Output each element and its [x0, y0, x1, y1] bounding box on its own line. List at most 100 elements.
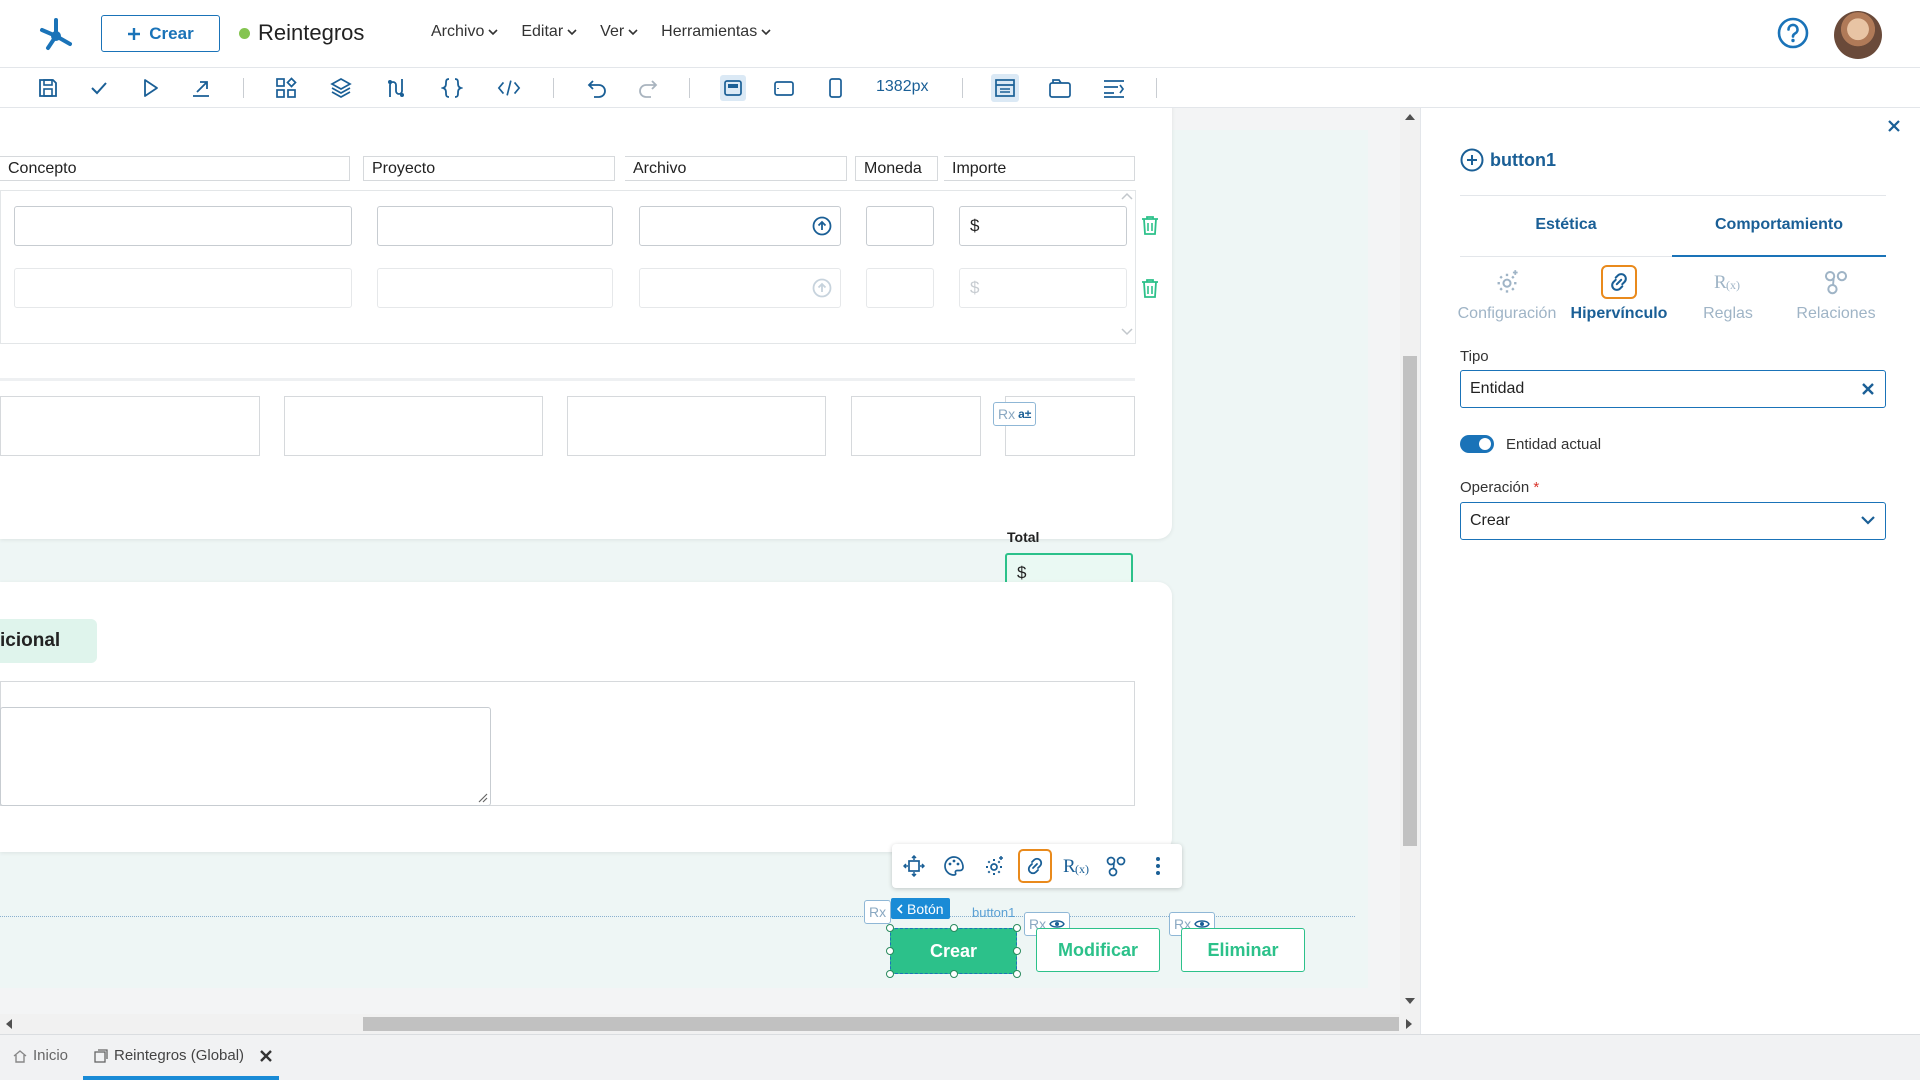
vertical-scrollbar[interactable] — [1400, 108, 1420, 1018]
resize-handle[interactable] — [950, 924, 958, 932]
close-panel-icon[interactable] — [1888, 120, 1900, 132]
window-icon[interactable] — [1048, 76, 1072, 100]
upload-icon[interactable] — [812, 216, 832, 236]
proyecto-input[interactable] — [377, 206, 613, 246]
subtab-hipervinculo[interactable]: Hipervínculo — [1566, 265, 1672, 323]
concepto-input[interactable] — [14, 206, 352, 246]
hyperlink-icon — [1601, 265, 1637, 299]
subtab-reglas[interactable]: R (x) Reglas — [1675, 265, 1781, 323]
menu-archivo[interactable]: Archivo — [431, 23, 498, 41]
resize-handle[interactable] — [886, 924, 894, 932]
component-name-tag: button1 — [972, 905, 1016, 920]
check-icon[interactable] — [87, 76, 111, 100]
moneda-input[interactable] — [866, 206, 934, 246]
form-icon — [94, 1048, 108, 1063]
layout-panel-icon[interactable] — [991, 74, 1019, 102]
bottom-tab-bar: Inicio Reintegros (Global) — [0, 1034, 1920, 1080]
scroll-left-arrow-icon[interactable] — [6, 1019, 12, 1029]
redo-icon[interactable] — [636, 76, 660, 100]
scroll-down-arrow-icon[interactable] — [1405, 998, 1415, 1004]
moneda-input[interactable] — [866, 268, 934, 308]
more-options-icon[interactable] — [1146, 854, 1170, 878]
app-logo-icon[interactable] — [36, 14, 76, 54]
braces-icon[interactable] — [440, 76, 464, 100]
trash-icon[interactable] — [1141, 278, 1161, 300]
subtab-configuracion[interactable]: Configuración — [1454, 265, 1560, 323]
component-type-tag[interactable]: Botón — [891, 898, 950, 919]
move-icon[interactable] — [902, 854, 926, 878]
tab-inicio[interactable]: Inicio — [13, 1047, 68, 1064]
resize-handle[interactable] — [886, 947, 894, 955]
help-icon[interactable] — [1777, 17, 1809, 49]
clear-icon[interactable] — [1862, 383, 1874, 395]
resize-handle[interactable] — [1013, 970, 1021, 978]
resize-handle[interactable] — [950, 970, 958, 978]
menu-ver[interactable]: Ver — [600, 23, 638, 41]
menu-editar-label: Editar — [521, 23, 564, 40]
publish-icon[interactable] — [189, 76, 213, 100]
resize-handle[interactable] — [1013, 947, 1021, 955]
subtab-reglas-label: Reglas — [1703, 305, 1753, 322]
scroll-right-arrow-icon[interactable] — [1406, 1019, 1412, 1029]
observation-textarea[interactable] — [0, 707, 491, 806]
chevron-down-icon — [761, 28, 771, 35]
desktop-view-icon[interactable] — [720, 75, 746, 101]
resize-handle[interactable] — [886, 970, 894, 978]
hyperlink-icon[interactable] — [1018, 849, 1052, 883]
scroll-up-icon[interactable] — [1121, 192, 1133, 200]
menu-archivo-label: Archivo — [431, 23, 485, 40]
importe-input[interactable]: $ — [959, 268, 1127, 308]
palette-icon[interactable] — [942, 854, 966, 878]
menu-herramientas[interactable]: Herramientas — [661, 23, 771, 41]
tab-comportamiento[interactable]: Comportamiento — [1673, 216, 1885, 234]
trash-icon[interactable] — [1141, 215, 1161, 237]
importe-input[interactable]: $ — [959, 206, 1127, 246]
create-action-label: Crear — [929, 940, 978, 961]
create-action-button[interactable]: Crear — [890, 928, 1017, 974]
mobile-view-icon[interactable] — [823, 76, 847, 100]
tablet-view-icon[interactable] — [772, 76, 796, 100]
relations-icon[interactable] — [1104, 854, 1128, 878]
chevron-left-icon — [897, 903, 903, 914]
delete-action-button[interactable]: Eliminar — [1181, 928, 1305, 972]
align-settings-icon[interactable] — [1102, 76, 1126, 100]
tab-reintegros[interactable]: Reintegros (Global) — [94, 1047, 272, 1064]
layers-icon[interactable] — [329, 76, 353, 100]
resize-handle[interactable] — [1013, 924, 1021, 932]
upload-icon[interactable] — [812, 278, 832, 298]
subtab-relaciones[interactable]: Relaciones — [1783, 265, 1889, 323]
archivo-input[interactable] — [639, 206, 841, 246]
tab-estetica[interactable]: Estética — [1460, 216, 1672, 234]
rules-icon[interactable]: R (x) — [1062, 854, 1092, 878]
rx-badge[interactable]: Rx — [864, 900, 892, 924]
concepto-input[interactable] — [14, 268, 352, 308]
code-icon[interactable] — [497, 76, 521, 100]
undo-icon[interactable] — [585, 76, 609, 100]
total-cell — [567, 396, 826, 456]
canvas-width-label[interactable]: 1382px — [876, 78, 929, 96]
operacion-select[interactable]: Crear — [1460, 502, 1886, 540]
scroll-down-icon[interactable] — [1121, 328, 1133, 336]
components-icon[interactable] — [274, 76, 298, 100]
tipo-field[interactable]: Entidad — [1460, 370, 1886, 408]
design-canvas[interactable]: Concepto Proyecto Archivo Moneda Importe… — [0, 108, 1410, 1018]
horizontal-scrollbar[interactable] — [0, 1014, 1420, 1034]
resize-handle-icon[interactable] — [478, 793, 488, 803]
save-icon[interactable] — [36, 76, 60, 100]
archivo-input[interactable] — [639, 268, 841, 308]
user-avatar[interactable] — [1834, 11, 1882, 59]
proyecto-input[interactable] — [377, 268, 613, 308]
gear-icon[interactable] — [982, 854, 1006, 878]
modify-action-button[interactable]: Modificar — [1036, 928, 1160, 972]
flow-icon[interactable] — [384, 76, 408, 100]
vertical-scroll-thumb[interactable] — [1403, 356, 1417, 846]
rx-badge[interactable]: Rx a± — [993, 402, 1037, 426]
menu-editar[interactable]: Editar — [521, 23, 577, 41]
horizontal-scroll-thumb[interactable] — [363, 1017, 1399, 1031]
entidad-actual-toggle[interactable] — [1460, 435, 1494, 453]
play-icon[interactable] — [138, 76, 162, 100]
create-button[interactable]: Crear — [101, 15, 220, 52]
close-tab-icon[interactable] — [260, 1049, 272, 1062]
create-button-label: Crear — [149, 23, 194, 43]
scroll-up-arrow-icon[interactable] — [1405, 114, 1415, 120]
